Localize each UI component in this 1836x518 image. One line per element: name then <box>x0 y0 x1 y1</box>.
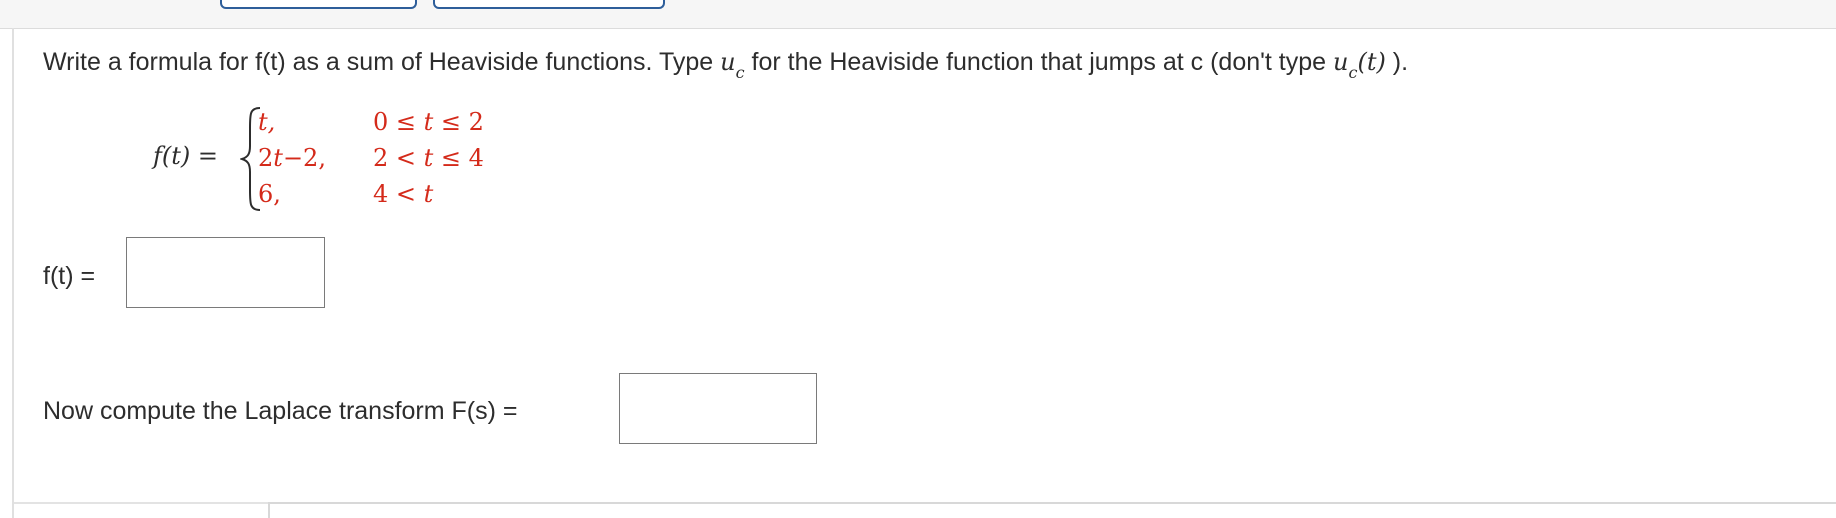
piece-expr-3: 6, <box>258 180 281 208</box>
toolbar-button-1[interactable] <box>220 0 417 9</box>
piece-expr-2: 2t−2, <box>258 144 326 172</box>
ft-answer-input[interactable] <box>126 237 325 308</box>
ft-answer-label: f(t) = <box>43 262 96 290</box>
instructions-part2: for the Heaviside function that jumps at… <box>751 48 1327 76</box>
top-toolbar <box>0 0 1836 29</box>
laplace-label: Now compute the Laplace transform F(s) = <box>43 397 518 425</box>
uc-of-t-symbol: uc(t) <box>1333 48 1386 82</box>
piece-cond-2: 2 < t ≤ 4 <box>373 144 484 172</box>
uc-symbol: uc <box>720 48 745 82</box>
piecewise-conditions: 0 ≤ t ≤ 2 2 < t ≤ 4 4 < t <box>373 104 484 212</box>
laplace-answer-input[interactable] <box>619 373 817 444</box>
instructions-part4: ). <box>1392 48 1409 76</box>
bottom-divider-left <box>14 502 269 504</box>
piece-cond-1: 0 ≤ t ≤ 2 <box>373 108 484 136</box>
piecewise-expressions: t, 2t−2, 6, <box>258 104 326 212</box>
left-border <box>12 28 14 518</box>
bottom-divider-tick <box>268 502 270 518</box>
instructions: Write a formula for f(t) as a sum of Hea… <box>43 46 1408 87</box>
instructions-part1: Write a formula for f(t) as a sum of Hea… <box>43 48 714 76</box>
piece-expr-1: t, <box>258 108 276 136</box>
piecewise-lhs: f(t) = <box>153 142 218 170</box>
piece-cond-3: 4 < t <box>373 180 434 208</box>
toolbar-button-2[interactable] <box>433 0 665 9</box>
bottom-divider-right <box>268 502 1836 504</box>
